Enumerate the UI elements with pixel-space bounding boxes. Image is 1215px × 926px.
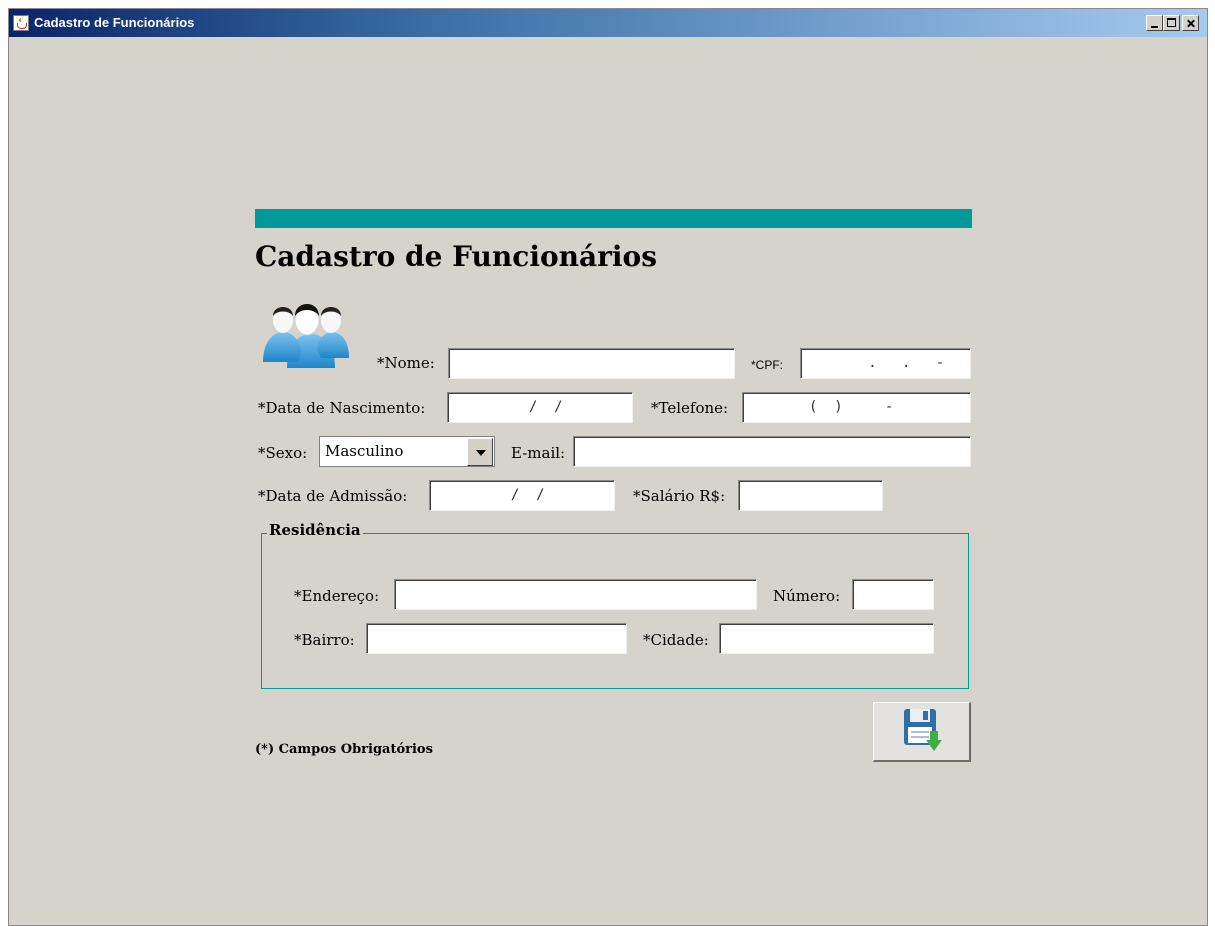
telefone-input[interactable]: ( ) - bbox=[742, 392, 971, 423]
admissao-mask: / / bbox=[494, 487, 545, 503]
nome-label: *Nome: bbox=[377, 354, 435, 372]
residencia-legend: Residência bbox=[267, 521, 363, 539]
minimize-button[interactable] bbox=[1146, 15, 1163, 31]
bairro-label: *Bairro: bbox=[294, 631, 355, 649]
nascimento-mask: / / bbox=[512, 399, 563, 415]
sexo-label: *Sexo: bbox=[258, 444, 308, 462]
nascimento-label: *Data de Nascimento: bbox=[258, 399, 426, 417]
email-input[interactable] bbox=[573, 436, 971, 467]
form-title: Cadastro de Funcionários bbox=[255, 240, 657, 273]
nome-input[interactable] bbox=[448, 348, 735, 379]
title-bar[interactable]: Cadastro de Funcionários bbox=[9, 9, 1207, 37]
chevron-down-icon[interactable] bbox=[467, 438, 493, 466]
java-app-icon bbox=[13, 15, 29, 31]
window-controls bbox=[1146, 15, 1199, 31]
admissao-input[interactable]: / / bbox=[429, 480, 615, 511]
residencia-group bbox=[261, 533, 969, 689]
close-button[interactable] bbox=[1182, 15, 1199, 31]
save-button[interactable] bbox=[873, 702, 971, 762]
endereco-input[interactable] bbox=[394, 579, 757, 610]
cidade-input[interactable] bbox=[719, 623, 934, 654]
nascimento-input[interactable]: / / bbox=[447, 392, 633, 423]
salario-input[interactable] bbox=[738, 480, 883, 511]
window-title: Cadastro de Funcionários bbox=[34, 15, 195, 30]
required-fields-note: (*) Campos Obrigatórios bbox=[255, 742, 433, 757]
save-disk-icon bbox=[904, 709, 942, 751]
sexo-select[interactable]: Masculino bbox=[319, 436, 495, 467]
telefone-label: *Telefone: bbox=[651, 399, 729, 417]
cpf-label: *CPF: bbox=[751, 358, 784, 372]
cidade-label: *Cidade: bbox=[643, 631, 709, 649]
endereco-label: *Endereço: bbox=[294, 587, 380, 605]
header-accent-bar bbox=[255, 209, 972, 228]
bairro-input[interactable] bbox=[366, 623, 627, 654]
admissao-label: *Data de Admissão: bbox=[258, 487, 408, 505]
numero-input[interactable] bbox=[852, 579, 934, 610]
maximize-button[interactable] bbox=[1163, 15, 1180, 31]
email-label: E-mail: bbox=[511, 444, 566, 462]
app-window: Cadastro de Funcionários Cadastro de Fun… bbox=[8, 8, 1208, 926]
cpf-input[interactable]: . . - bbox=[800, 348, 971, 379]
telefone-mask: ( ) - bbox=[809, 399, 894, 415]
cpf-mask: . . - bbox=[843, 355, 945, 371]
sexo-selected-value: Masculino bbox=[325, 442, 404, 460]
users-icon bbox=[259, 290, 351, 372]
numero-label: Número: bbox=[773, 587, 841, 605]
salario-label: *Salário R$: bbox=[633, 487, 726, 505]
